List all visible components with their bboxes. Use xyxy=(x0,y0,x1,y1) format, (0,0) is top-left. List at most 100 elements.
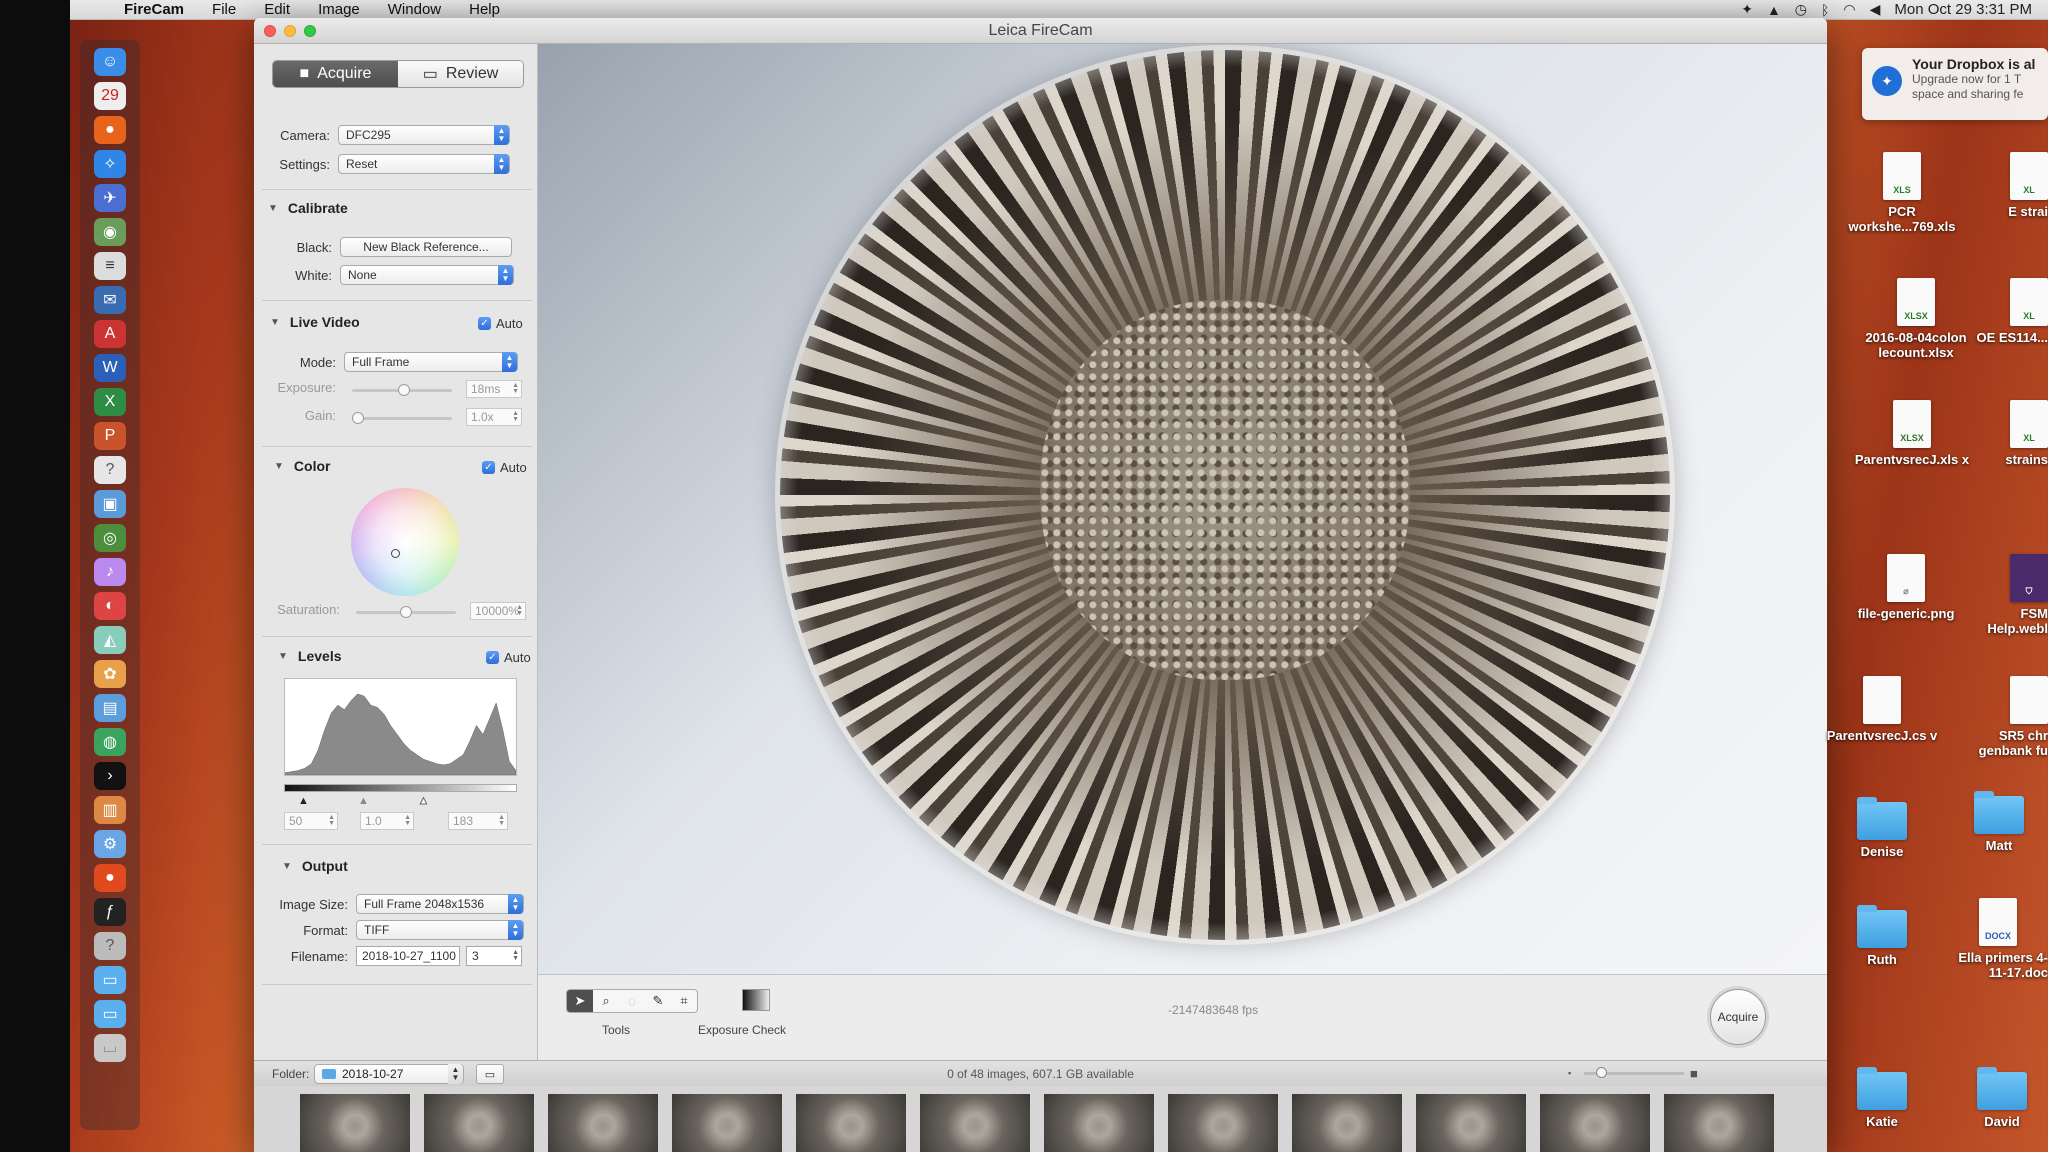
launchpad-icon[interactable]: ✈ xyxy=(94,184,126,212)
acrobat-icon[interactable]: A xyxy=(94,320,126,348)
photos-icon[interactable]: ✿ xyxy=(94,660,126,688)
levels-section-header[interactable]: ▼ Levels xyxy=(278,648,342,664)
dropbox-notification[interactable]: ✦ Your Dropbox is al Upgrade now for 1 T… xyxy=(1862,48,2048,120)
thumbnail[interactable] xyxy=(424,1094,534,1152)
thumbnail[interactable] xyxy=(1664,1094,1774,1152)
output-section-header[interactable]: ▼ Output xyxy=(282,858,348,874)
exposure-slider[interactable] xyxy=(352,384,452,396)
app-store-icon[interactable]: ◎ xyxy=(94,524,126,552)
preview-icon[interactable]: ▣ xyxy=(94,490,126,518)
calibrate-section-header[interactable]: ▼ Calibrate xyxy=(268,200,348,216)
stepper-icon[interactable]: ▲ ▼ xyxy=(512,949,519,962)
white-point-marker[interactable]: ▲ xyxy=(418,795,430,807)
tab-review[interactable]: ▭ Review xyxy=(398,61,523,87)
firecam-dock-icon[interactable]: ƒ xyxy=(94,898,126,926)
chrome-icon[interactable]: ◉ xyxy=(94,218,126,246)
stepper-icon[interactable]: ▲ ▼ xyxy=(404,814,411,827)
stepper-icon[interactable]: ▲ ▼ xyxy=(516,604,523,617)
itunes-icon[interactable]: ♪ xyxy=(94,558,126,586)
bluetooth-icon[interactable]: ᛒ xyxy=(1821,2,1829,18)
thumbnail-size-knob[interactable] xyxy=(1596,1067,1607,1078)
desktop-folder[interactable]: Matt xyxy=(1950,791,2048,853)
eyedropper-tool-icon[interactable]: ✎ xyxy=(645,990,671,1012)
messages-icon[interactable]: ◍ xyxy=(94,728,126,756)
gain-slider[interactable] xyxy=(352,412,452,424)
menu-help[interactable]: Help xyxy=(455,1,514,18)
stepper-icon[interactable]: ▲ ▼ xyxy=(512,410,519,423)
stepper-icon[interactable]: ▲ ▼ xyxy=(512,382,519,395)
image-viewer[interactable] xyxy=(538,44,1827,974)
mail-icon[interactable]: ✉ xyxy=(94,286,126,314)
live-video-auto-checkbox[interactable]: ✓ Auto xyxy=(478,316,523,331)
menu-app-name[interactable]: FireCam xyxy=(110,1,198,18)
folder-select[interactable]: 2018-10-27 ▲ ▼ xyxy=(314,1064,464,1084)
stepper-icon[interactable]: ▲ ▼ xyxy=(498,814,505,827)
desktop-file[interactable]: XLSX ParentvsrecJ.xls x xyxy=(1852,400,1972,467)
filename-counter[interactable]: 3 ▲ ▼ xyxy=(466,946,522,966)
format-select[interactable]: TIFF ▲ ▼ xyxy=(356,920,524,940)
exposure-field[interactable]: 18ms ▲ ▼ xyxy=(466,380,522,398)
levels-gamma-field[interactable]: 1.0 ▲ ▼ xyxy=(360,812,414,830)
black-point-marker[interactable]: ▲ xyxy=(298,796,309,807)
wifi-icon[interactable]: ◠ xyxy=(1843,1,1855,18)
dropbox-icon[interactable]: ✦ xyxy=(1741,1,1753,18)
color-wheel[interactable] xyxy=(351,488,459,596)
thumbnail[interactable] xyxy=(1168,1094,1278,1152)
desktop-file[interactable]: XL strains xyxy=(1968,400,2048,467)
desktop-file[interactable]: ⌀ file-generic.png xyxy=(1846,554,1966,621)
color-auto-checkbox[interactable]: ✓ Auto xyxy=(482,460,527,475)
thumbnail[interactable] xyxy=(796,1094,906,1152)
white-select[interactable]: None ▲ ▼ xyxy=(340,265,514,285)
desktop-file[interactable]: XLSX 2016-08-04colon lecount.xlsx xyxy=(1856,278,1976,360)
calendar-icon[interactable]: 29 xyxy=(94,82,126,110)
thumbnail[interactable] xyxy=(1292,1094,1402,1152)
thumbnail[interactable] xyxy=(548,1094,658,1152)
system-preferences-icon[interactable]: ⚙ xyxy=(94,830,126,858)
acquire-button[interactable]: Acquire xyxy=(1710,989,1766,1045)
menu-edit[interactable]: Edit xyxy=(250,1,304,18)
downloads-folder-icon[interactable]: ▭ xyxy=(94,966,126,994)
trash-icon[interactable]: ⌴ xyxy=(94,1034,126,1062)
photo-booth-icon[interactable]: ◐ xyxy=(94,592,126,620)
terminal-icon[interactable]: › xyxy=(94,762,126,790)
desktop-folder[interactable]: David xyxy=(1942,1067,2048,1129)
saturation-field[interactable]: 10000% ▲ ▼ xyxy=(470,602,526,620)
lasso-tool-icon[interactable]: ◌ xyxy=(619,990,645,1012)
gain-field[interactable]: 1.0x ▲ ▼ xyxy=(466,408,522,426)
crop-tool-icon[interactable]: ⌗ xyxy=(671,990,697,1012)
new-black-reference-button[interactable]: New Black Reference... xyxy=(340,237,512,257)
pointer-tool-icon[interactable]: ➤ xyxy=(567,990,593,1012)
levels-black-field[interactable]: 50 ▲ ▼ xyxy=(284,812,338,830)
desktop-file[interactable]: ParentvsrecJ.cs v xyxy=(1822,676,1942,743)
thumbnail[interactable] xyxy=(1540,1094,1650,1152)
saturation-slider-knob[interactable] xyxy=(400,606,412,618)
maps-icon[interactable]: ◭ xyxy=(94,626,126,654)
menubar-clock[interactable]: Mon Oct 29 3:31 PM xyxy=(1894,1,2032,18)
menu-file[interactable]: File xyxy=(198,1,250,18)
safari-icon[interactable]: ✧ xyxy=(94,150,126,178)
desktop-folder[interactable]: Denise xyxy=(1822,797,1942,859)
help-icon[interactable]: ? xyxy=(94,456,126,484)
desktop-file[interactable]: ⛉ FSM Help.webl xyxy=(1968,554,2048,636)
cap-icon[interactable]: ▲ xyxy=(1767,2,1781,18)
thumbnail[interactable] xyxy=(920,1094,1030,1152)
mode-select[interactable]: Full Frame ▲ ▼ xyxy=(344,352,518,372)
menu-window[interactable]: Window xyxy=(374,1,455,18)
stepper-icon[interactable]: ▲ ▼ xyxy=(328,814,335,827)
word-icon[interactable]: W xyxy=(94,354,126,382)
thumbnail[interactable] xyxy=(1044,1094,1154,1152)
gamma-marker[interactable]: ▲ xyxy=(358,796,369,807)
excel-icon[interactable]: X xyxy=(94,388,126,416)
image-size-select[interactable]: Full Frame 2048x1536 ▲ ▼ xyxy=(356,894,524,914)
desktop-file[interactable]: SR5 chr genbank fu xyxy=(1968,676,2048,758)
color-wheel-handle[interactable] xyxy=(391,549,400,558)
levels-auto-checkbox[interactable]: ✓ Auto xyxy=(486,650,531,665)
thumbnail[interactable] xyxy=(1416,1094,1526,1152)
color-section-header[interactable]: ▼ Color xyxy=(274,458,330,474)
zoom-tool-icon[interactable]: ⌕ xyxy=(593,990,619,1012)
unknown-app-icon[interactable]: ? xyxy=(94,932,126,960)
desktop-file[interactable]: DOCX Ella primers 4-11-17.doc xyxy=(1948,898,2048,980)
firefox-2-icon[interactable]: ● xyxy=(94,864,126,892)
notes-icon[interactable]: ≡ xyxy=(94,252,126,280)
tab-acquire[interactable]: ■ Acquire xyxy=(273,61,398,87)
